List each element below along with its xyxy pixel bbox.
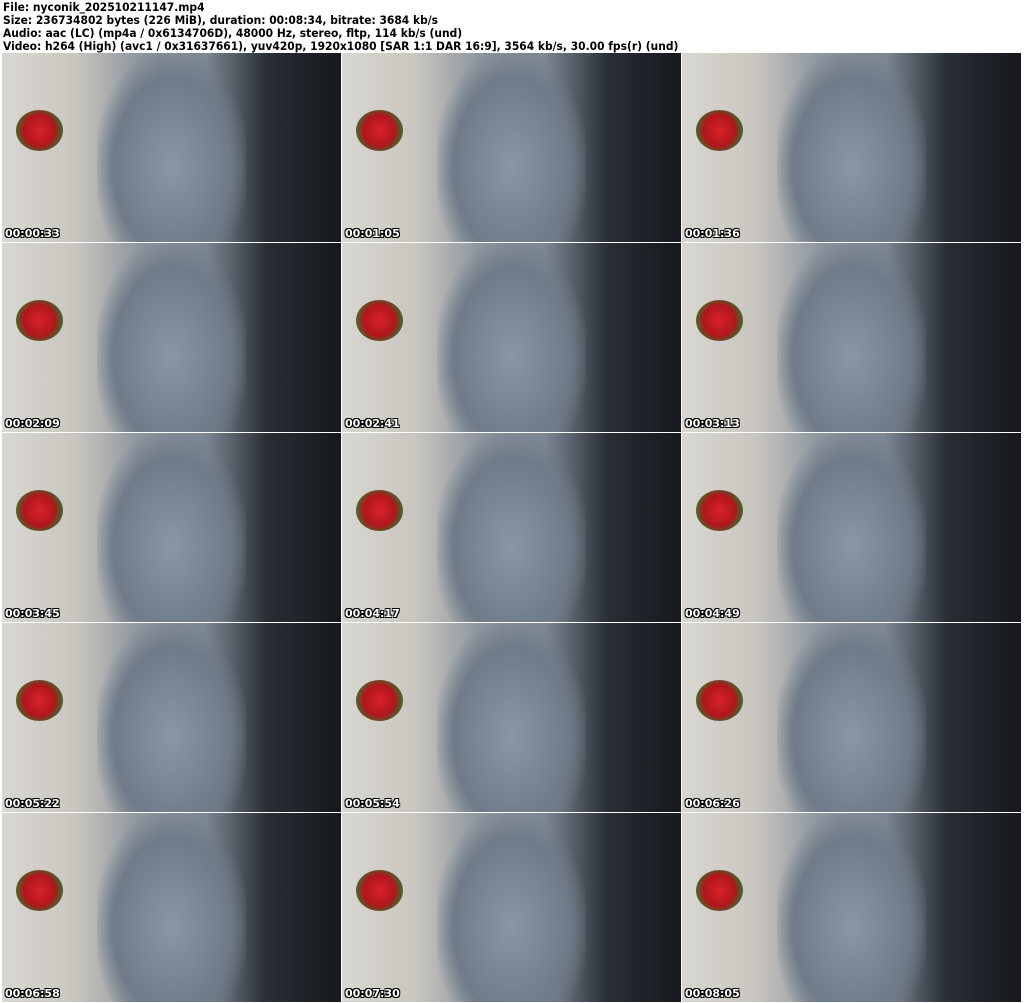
frame-plant bbox=[695, 679, 743, 722]
frame-image bbox=[96, 433, 247, 622]
video-thumbnail: 00:03:45 bbox=[2, 433, 341, 622]
frame-image bbox=[436, 433, 587, 622]
frame-image bbox=[776, 53, 927, 242]
thumbnail-timestamp: 00:02:09 bbox=[5, 417, 60, 430]
thumbnail-grid: 00:00:33 00:01:05 00:01:36 00:02:09 00:02:41… bbox=[2, 53, 1021, 1002]
video-thumbnail: 00:06:26 bbox=[682, 623, 1021, 812]
frame-plant bbox=[15, 489, 63, 532]
video-thumbnail: 00:05:22 bbox=[2, 623, 341, 812]
video-thumbnail: 00:01:36 bbox=[682, 53, 1021, 242]
video-thumbnail: 00:04:17 bbox=[342, 433, 681, 622]
frame-plant bbox=[15, 679, 63, 722]
thumbnail-timestamp: 00:03:13 bbox=[685, 417, 740, 430]
video-thumbnail: 00:07:30 bbox=[342, 813, 681, 1002]
frame-plant bbox=[355, 299, 403, 342]
frame-image bbox=[776, 813, 927, 1002]
video-thumbnail: 00:06:58 bbox=[2, 813, 341, 1002]
frame-image bbox=[436, 243, 587, 432]
thumbnail-timestamp: 00:03:45 bbox=[5, 607, 60, 620]
frame-image bbox=[96, 243, 247, 432]
frame-plant bbox=[355, 869, 403, 912]
video-info: Video: h264 (High) (avc1 / 0x31637661), … bbox=[3, 39, 679, 53]
video-thumbnail: 00:05:54 bbox=[342, 623, 681, 812]
frame-image bbox=[96, 623, 247, 812]
frame-plant bbox=[355, 489, 403, 532]
video-thumbnail: 00:04:49 bbox=[682, 433, 1021, 622]
frame-plant bbox=[695, 869, 743, 912]
thumbnail-timestamp: 00:01:05 bbox=[345, 227, 400, 240]
frame-image bbox=[96, 813, 247, 1002]
frame-plant bbox=[355, 679, 403, 722]
video-thumbnail: 00:08:05 bbox=[682, 813, 1021, 1002]
frame-image bbox=[776, 623, 927, 812]
thumbnail-timestamp: 00:06:58 bbox=[5, 987, 60, 1000]
thumbnail-timestamp: 00:01:36 bbox=[685, 227, 740, 240]
frame-image bbox=[96, 53, 247, 242]
thumbnail-timestamp: 00:05:22 bbox=[5, 797, 60, 810]
frame-plant bbox=[695, 109, 743, 152]
video-thumbnail: 00:02:09 bbox=[2, 243, 341, 432]
thumbnail-timestamp: 00:02:41 bbox=[345, 417, 400, 430]
thumbnail-timestamp: 00:00:33 bbox=[5, 227, 60, 240]
video-thumbnail: 00:00:33 bbox=[2, 53, 341, 242]
video-thumbnail: 00:01:05 bbox=[342, 53, 681, 242]
frame-plant bbox=[695, 299, 743, 342]
file-info-header: File: nyconik_202510211147.mp4 Size: 236… bbox=[3, 1, 678, 53]
frame-plant bbox=[695, 489, 743, 532]
video-thumbnail: 00:02:41 bbox=[342, 243, 681, 432]
frame-image bbox=[436, 623, 587, 812]
frame-image bbox=[776, 433, 927, 622]
frame-image bbox=[436, 53, 587, 242]
thumbnail-timestamp: 00:07:30 bbox=[345, 987, 400, 1000]
thumbnail-timestamp: 00:05:54 bbox=[345, 797, 400, 810]
video-thumbnail: 00:03:13 bbox=[682, 243, 1021, 432]
frame-plant bbox=[15, 869, 63, 912]
thumbnail-timestamp: 00:06:26 bbox=[685, 797, 740, 810]
thumbnail-timestamp: 00:04:49 bbox=[685, 607, 740, 620]
frame-image bbox=[776, 243, 927, 432]
frame-image bbox=[436, 813, 587, 1002]
frame-plant bbox=[15, 299, 63, 342]
frame-plant bbox=[15, 109, 63, 152]
frame-plant bbox=[355, 109, 403, 152]
thumbnail-timestamp: 00:08:05 bbox=[685, 987, 740, 1000]
thumbnail-timestamp: 00:04:17 bbox=[345, 607, 400, 620]
